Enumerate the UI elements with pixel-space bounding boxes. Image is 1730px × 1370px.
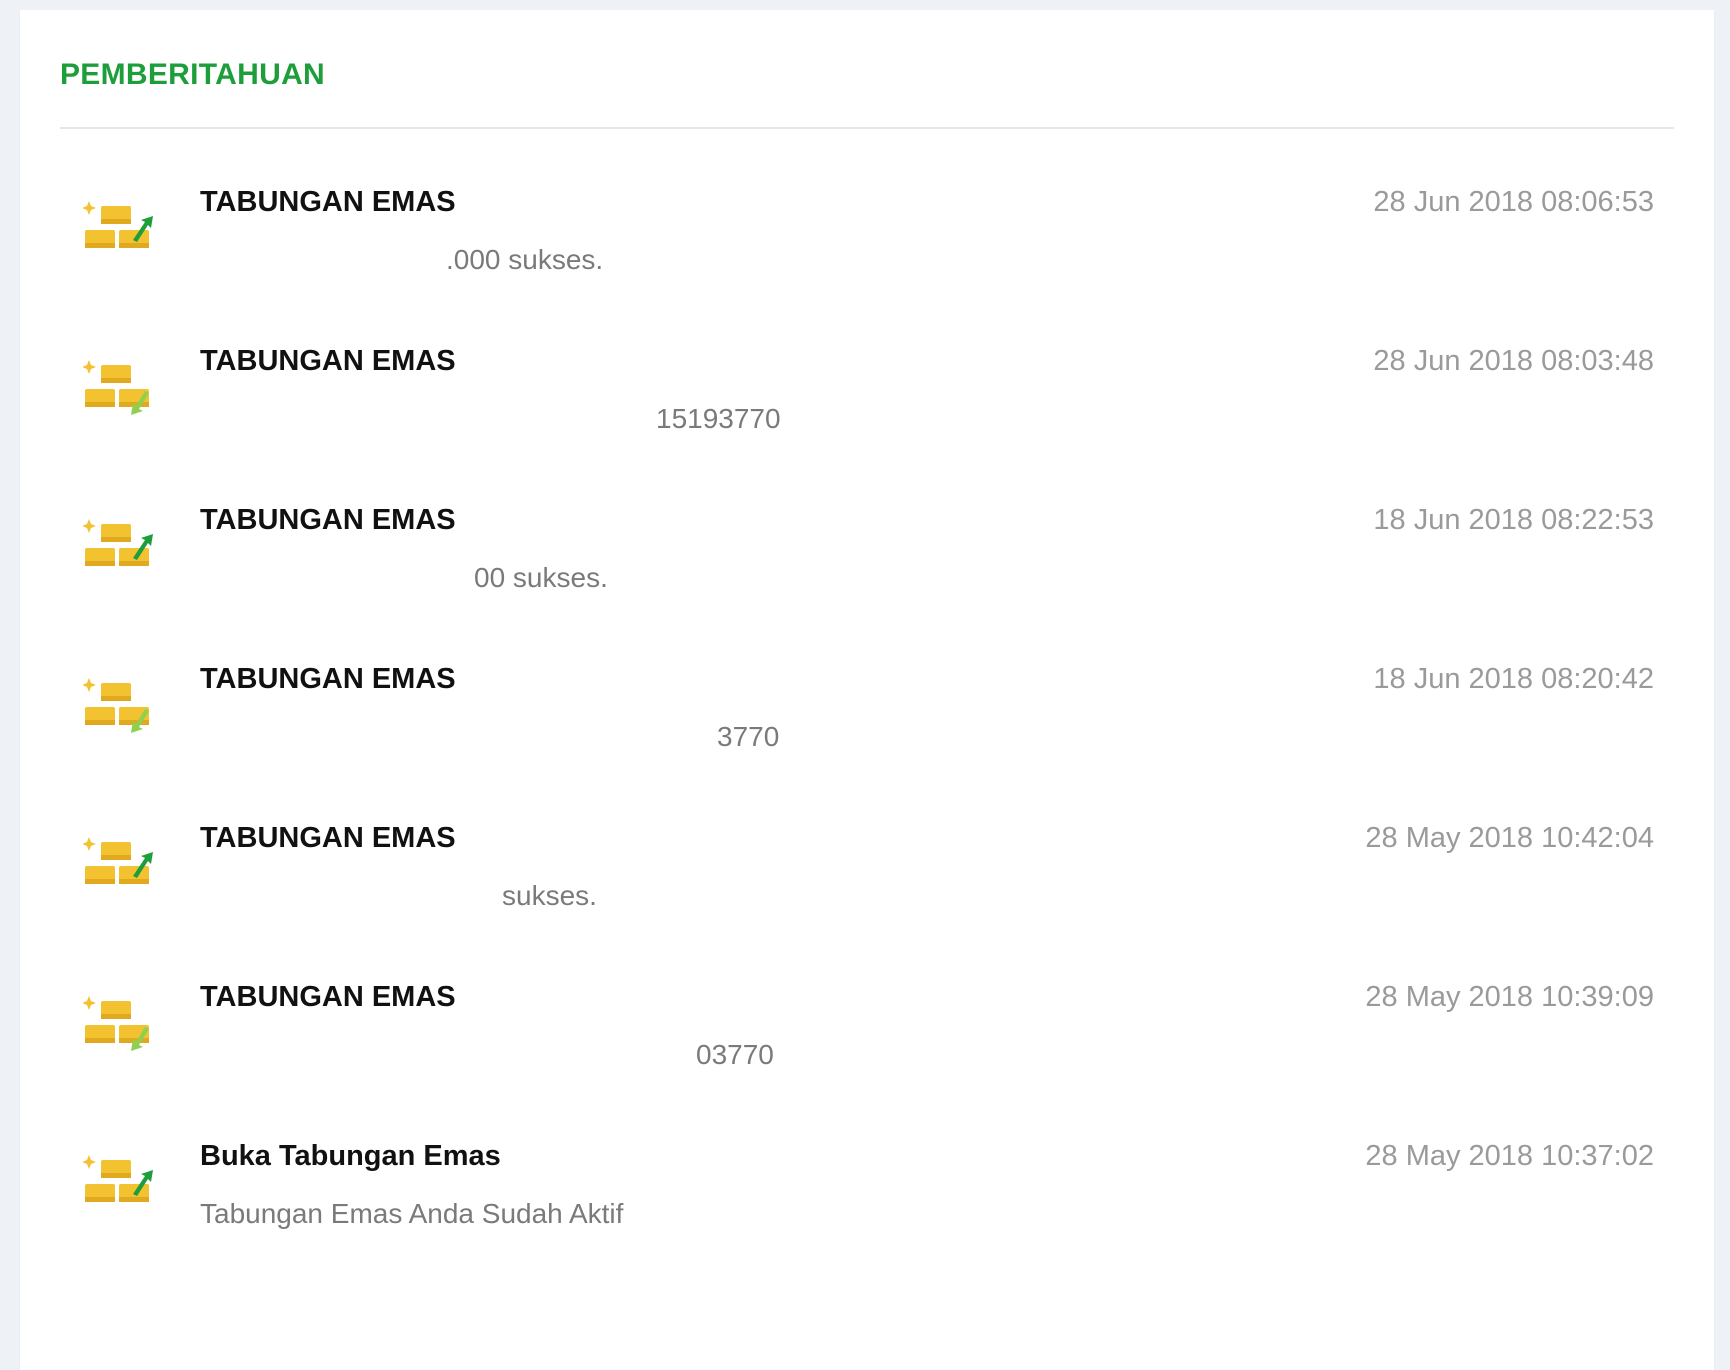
notification-message: sukses. [502, 880, 597, 911]
notification-time: 18 Jun 2018 08:20:42 [1373, 663, 1654, 695]
page-title: PEMBERITAHUAN [60, 58, 326, 91]
gold-bars-up-arrow-icon [83, 201, 153, 248]
notification-item[interactable]: TABUNGAN EMAS 28 May 2018 10:39:09 03770 [20, 981, 1714, 1157]
notification-time: 28 Jun 2018 08:03:48 [1373, 345, 1654, 377]
notification-message: 00 sukses. [474, 562, 608, 593]
notification-item[interactable]: TABUNGAN EMAS 28 Jun 2018 08:06:53 .000 … [20, 186, 1714, 362]
notification-time: 28 Jun 2018 08:06:53 [1373, 186, 1654, 218]
notification-message: 3770 [717, 721, 780, 752]
notification-title[interactable]: TABUNGAN EMAS [200, 981, 456, 1014]
notification-title[interactable]: TABUNGAN EMAS [200, 822, 456, 855]
notification-title[interactable]: TABUNGAN EMAS [200, 663, 456, 696]
gold-bars-up-arrow-icon [83, 837, 153, 884]
notification-item[interactable]: TABUNGAN EMAS 18 Jun 2018 08:22:53 00 su… [20, 504, 1714, 680]
notification-item[interactable]: Buka Tabungan Emas 28 May 2018 10:37:02 … [20, 1140, 1714, 1316]
notifications-card: PEMBERITAHUAN TABUNGAN EMAS 28 Jun 2018 … [20, 10, 1714, 1370]
gold-bars-down-arrow-icon [83, 360, 149, 415]
notification-item[interactable]: TABUNGAN EMAS 28 Jun 2018 08:03:48 15193… [20, 345, 1714, 521]
notification-time: 28 May 2018 10:39:09 [1365, 981, 1654, 1013]
notification-title[interactable]: TABUNGAN EMAS [200, 345, 456, 378]
header-divider [60, 127, 1674, 129]
notification-time: 28 May 2018 10:42:04 [1365, 822, 1654, 854]
notification-message: Tabungan Emas Anda Sudah Aktif [200, 1198, 624, 1229]
notification-message: 03770 [696, 1039, 774, 1070]
gold-bars-down-arrow-icon [83, 678, 149, 733]
notification-message: .000 sukses. [446, 244, 604, 275]
notification-time: 28 May 2018 10:37:02 [1365, 1140, 1654, 1172]
gold-bars-down-arrow-icon [83, 996, 149, 1051]
notification-item[interactable]: TABUNGAN EMAS 18 Jun 2018 08:20:42 3770 [20, 663, 1714, 839]
notification-item[interactable]: TABUNGAN EMAS 28 May 2018 10:42:04 sukse… [20, 822, 1714, 998]
notification-title[interactable]: TABUNGAN EMAS [200, 186, 456, 219]
gold-bars-up-arrow-icon [83, 519, 153, 566]
notification-title[interactable]: Buka Tabungan Emas [200, 1140, 501, 1173]
notification-title[interactable]: TABUNGAN EMAS [200, 504, 456, 537]
notification-message: 15193770 [656, 403, 781, 434]
notification-time: 18 Jun 2018 08:22:53 [1373, 504, 1654, 536]
gold-bars-up-arrow-icon [83, 1155, 153, 1202]
